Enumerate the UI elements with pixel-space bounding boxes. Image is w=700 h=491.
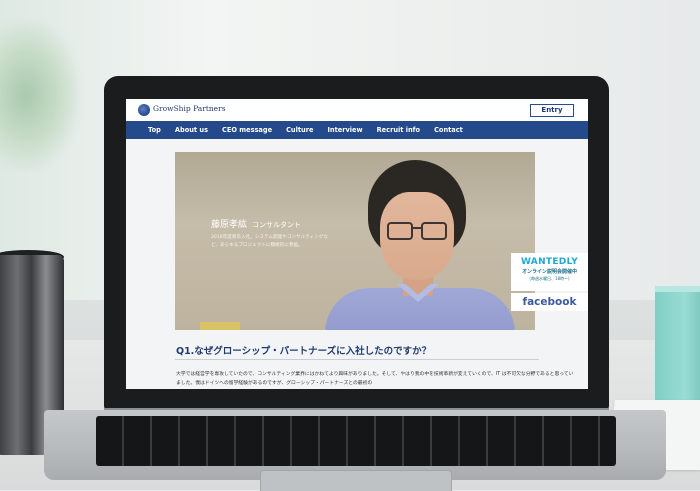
nav-item-about-us[interactable]: About us [175,126,208,134]
nav-item-contact[interactable]: Contact [434,126,463,134]
nav-item-recruit-info[interactable]: Recruit info [377,126,420,134]
laptop-touchpad [260,470,452,491]
interview-answer: 大学では経営学を専攻していたので、コンサルティング業界にはかねてより興味がありま… [176,372,574,386]
entry-button[interactable]: Entry [530,104,574,117]
question-divider [175,359,539,360]
background-plant [0,20,80,170]
interviewee-name: 藤原孝紘 コンサルタント [211,217,301,230]
nav-item-top[interactable]: Top [148,126,161,134]
glasses-right-lens [421,222,447,240]
company-logo-icon[interactable] [138,104,150,116]
wantedly-subtitle: オンライン説明会開催中 [521,269,577,275]
interview-hero-image: 藤原孝紘 コンサルタント 2018年度新卒入社。システム開発やコンサルティングなど… [175,152,535,330]
glasses-bridge [411,227,421,229]
nav-item-culture[interactable]: Culture [286,126,313,134]
background-chair [200,322,240,330]
interviewee-role: コンサルタント [252,221,302,229]
interview-question: Q1.なぜグローシップ・パートナーズに入社したのですか？ [176,346,432,357]
site-header: GrowShip Partners Entry [126,99,588,120]
facebook-banner[interactable]: facebook [511,293,588,311]
main-nav: Top About us CEO message Culture Intervi… [126,121,588,139]
glasses-left-lens [387,222,413,240]
wantedly-logo: WANTEDLY [520,257,579,267]
interviewee-name-text: 藤原孝紘 [211,220,248,230]
laptop-keyboard [96,416,616,466]
wantedly-banner[interactable]: WANTEDLY オンライン説明会開催中 (毎週水曜日、18時〜) [511,253,588,291]
company-logo-text[interactable]: GrowShip Partners [153,104,226,113]
wantedly-schedule: (毎週水曜日、18時〜) [529,276,570,281]
teal-box [655,292,700,404]
laptop-screen: GrowShip Partners Entry Top About us CEO… [126,99,588,389]
interviewee-description: 2018年度新卒入社。システム開発やコンサルティングなど、あらゆるプロジェクトに… [211,235,328,248]
nav-item-ceo-message[interactable]: CEO message [222,126,272,134]
nav-item-interview[interactable]: Interview [327,126,362,134]
page-content: 藤原孝紘 コンサルタント 2018年度新卒入社。システム開発やコンサルティングなど… [126,139,588,389]
